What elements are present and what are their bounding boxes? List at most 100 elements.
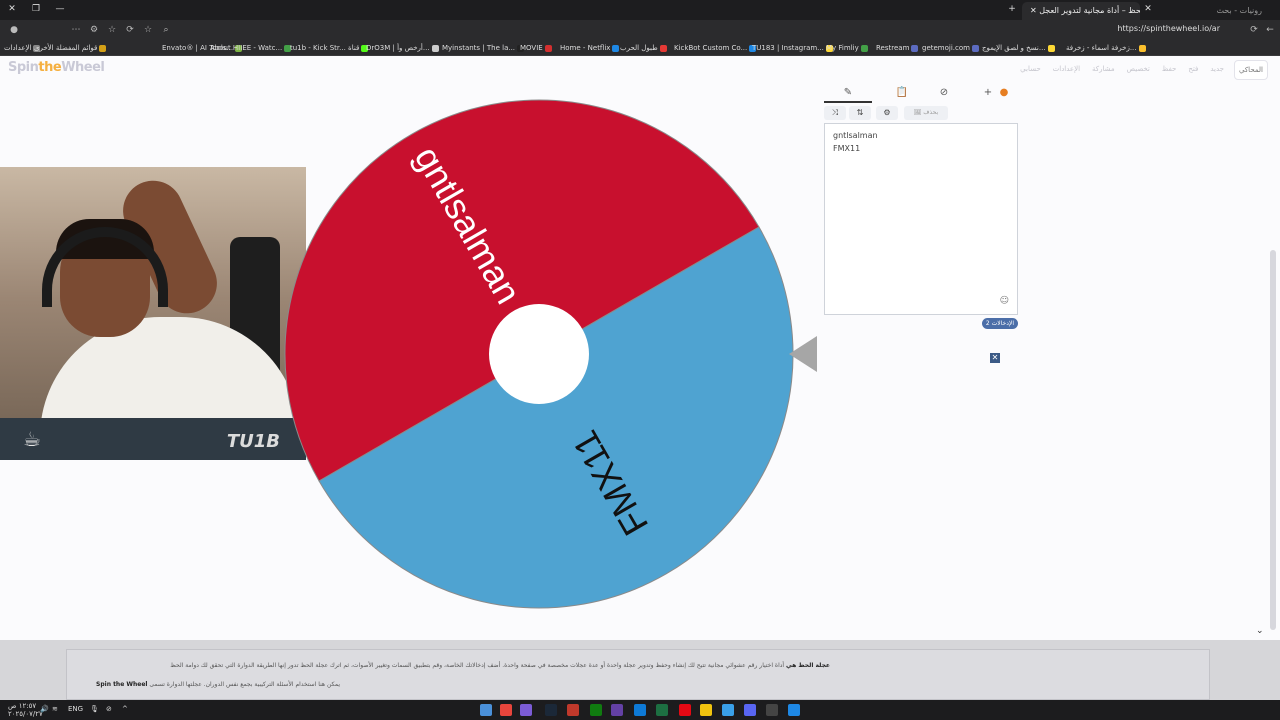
tab-inactive[interactable]: رونيات - بحث: [1180, 2, 1270, 20]
settings-button[interactable]: ⚙: [876, 106, 898, 120]
bookmark-item[interactable]: KickBot Custom Co...: [674, 43, 757, 53]
bookmark-item[interactable]: My Fimliy: [826, 43, 868, 53]
url-field[interactable]: https://spinthewheel.io/ar: [1117, 24, 1220, 33]
top-nav-item[interactable]: جديد: [1210, 65, 1224, 77]
bookmark-item[interactable]: Home - Netflix: [560, 43, 620, 53]
profile-avatar-icon[interactable]: ●: [8, 24, 20, 36]
wifi-icon[interactable]: ≋: [52, 705, 58, 713]
volume-icon[interactable]: 🔊: [40, 705, 49, 713]
shuffle-button[interactable]: ⤨: [824, 106, 846, 120]
bookmark-favicon-icon: [911, 44, 919, 52]
color-wheel-icon[interactable]: ●: [992, 86, 1016, 100]
entries-toolbar: ⤨ ⇅ ⚙ 🖼 بحذف: [824, 106, 1018, 120]
tab-active[interactable]: ✕ عجلة الحظ – أداة مجانية لتدوير العجل: [1022, 2, 1140, 20]
app-icon[interactable]: [611, 704, 623, 716]
side-menu-button[interactable]: المحاكي: [1234, 60, 1268, 80]
description-bold-2: Spin the Wheel: [96, 681, 148, 688]
new-tab-icon[interactable]: +: [1006, 3, 1018, 15]
emoji-icon[interactable]: ☺: [1000, 295, 1009, 308]
spin-wheel[interactable]: gntlsalmanFMX11: [283, 98, 817, 618]
site-logo[interactable]: SpintheWheel: [8, 60, 105, 75]
top-nav-item[interactable]: تخصيص: [1127, 65, 1150, 77]
chrome-icon[interactable]: [500, 704, 512, 716]
bookmark-item[interactable]: TU183 | Instagram...: [752, 43, 833, 53]
bookmark-favicon-icon: [1047, 44, 1055, 52]
edge-icon[interactable]: [634, 704, 646, 716]
bookmark-favicon-icon: [659, 44, 667, 52]
eye-off-icon[interactable]: ⊘: [932, 86, 956, 100]
bookmark-item[interactable]: قوائم المفضلة الأخرى: [34, 43, 107, 53]
steam-icon[interactable]: [545, 704, 557, 716]
more-menu-icon[interactable]: ⋯: [70, 24, 82, 36]
favorites-icon[interactable]: ☆: [106, 24, 118, 36]
bookmark-item[interactable]: tu1b - Kick Str... قناة: [290, 43, 369, 53]
logo-text-end: Wheel: [61, 60, 105, 75]
bookmark-favicon-icon: [1138, 44, 1146, 52]
tab-close-icon[interactable]: ✕: [1030, 6, 1037, 15]
bookmark-item[interactable]: DrO3M | أرخص وأ...: [366, 43, 439, 53]
bookmark-item[interactable]: زخرفة اسماء - زخرفة...: [1066, 43, 1146, 53]
excel-icon[interactable]: [656, 704, 668, 716]
app-icon[interactable]: [679, 704, 691, 716]
bookmark-label: DrO3M | أرخص وأ...: [366, 44, 430, 52]
search-icon[interactable]: ⌕: [160, 24, 172, 36]
bookmark-label: Myinstants | The la...: [442, 44, 516, 52]
bookmark-item[interactable]: About HIIEE - Watc...: [210, 43, 292, 53]
windows-start-icon[interactable]: [788, 704, 800, 716]
clock[interactable]: ١٢:٥٧ ص ٢٠٢٥/٠٧/٢٧: [8, 702, 43, 718]
bookmark-item[interactable]: طبول الحرب: [620, 43, 667, 53]
description-line-2: يمكن هنا استخدام الأسئلة التركيبية بجمع …: [96, 681, 340, 688]
browser-titlebar: ✕ ❐ — + ✕ عجلة الحظ – أداة مجانية لتدوير…: [0, 0, 1280, 20]
restore-window-icon[interactable]: ❐: [30, 3, 42, 15]
top-nav-item[interactable]: فتح: [1188, 65, 1198, 77]
extensions-icon[interactable]: ⚙: [88, 24, 100, 36]
minimize-window-icon[interactable]: —: [54, 3, 66, 15]
bookmark-label: طبول الحرب: [620, 44, 658, 52]
bookmark-item[interactable]: Restream: [876, 43, 919, 53]
bookmark-item[interactable]: Myinstants | The la...: [442, 43, 525, 53]
description-line-1: عجلة الحظ هي أداة اختيار رقم عشوائي مجان…: [170, 662, 830, 669]
chevron-up-icon[interactable]: ^: [122, 705, 128, 713]
scroll-down-icon[interactable]: ⌄: [1256, 626, 1264, 636]
app-icon[interactable]: [567, 704, 579, 716]
top-nav-item[interactable]: حفظ: [1162, 65, 1177, 77]
bookmark-favicon-icon: [971, 44, 979, 52]
search-icon[interactable]: [766, 704, 778, 716]
bookmark-item[interactable]: getemoji.com: [922, 43, 979, 53]
bookmark-label: نسخ و لصق الإيموج...: [982, 44, 1046, 52]
app-icon[interactable]: [480, 704, 492, 716]
app-icon[interactable]: [722, 704, 734, 716]
tab-title: عجلة الحظ – أداة مجانية لتدوير العجل: [1039, 6, 1140, 15]
page-scrollbar[interactable]: [1270, 250, 1276, 630]
top-nav-item[interactable]: الإعدادات: [1053, 65, 1080, 77]
reload-icon[interactable]: ⟳: [1248, 24, 1260, 36]
mic-icon[interactable]: 🎙: [90, 705, 99, 713]
discord-icon[interactable]: [744, 704, 756, 716]
tab-inactive-close-icon[interactable]: ✕: [1142, 3, 1154, 15]
app-icon[interactable]: [520, 704, 532, 716]
close-ad-button[interactable]: ✕: [990, 353, 1000, 363]
record-icon[interactable]: ⊘: [106, 705, 112, 713]
entry-line: FMX11: [833, 144, 861, 153]
bookmark-item[interactable]: نسخ و لصق الإيموج...: [982, 43, 1055, 53]
entries-textarea[interactable]: ☺ gntlsalman FMX11: [824, 123, 1018, 315]
language-indicator[interactable]: ENG: [68, 705, 83, 713]
pencil-icon[interactable]: ✎: [836, 86, 860, 100]
image-button[interactable]: 🖼 بحذف: [904, 106, 948, 120]
description-text: أداة اختيار رقم عشوائي مجانية تتيح لك إن…: [170, 662, 785, 669]
file-explorer-icon[interactable]: [700, 704, 712, 716]
os-taskbar: ١٢:٥٧ ص ٢٠٢٥/٠٧/٢٧ 🔊 ≋ ENG 🎙 ⊘ ^: [0, 700, 1280, 720]
clipboard-icon[interactable]: 📋: [890, 86, 914, 100]
entries-panel: ✎ 📋 ⊘ + ● ⤨ ⇅ ⚙ 🖼 بحذف ☺ gntlsalman FMX11 الإدخال…: [824, 84, 1018, 344]
bookmark-item[interactable]: MOVIE: [520, 43, 552, 53]
wheel-center-hub[interactable]: [489, 304, 589, 404]
close-window-icon[interactable]: ✕: [6, 3, 18, 15]
top-nav-item[interactable]: حسابي: [1020, 65, 1041, 77]
xbox-icon[interactable]: [590, 704, 602, 716]
star-icon[interactable]: ☆: [142, 24, 154, 36]
sort-button[interactable]: ⇅: [849, 106, 871, 120]
back-icon[interactable]: ←: [1264, 24, 1276, 36]
refresh-icon[interactable]: ⟳: [124, 24, 136, 36]
logo-accent: the: [38, 60, 62, 75]
top-nav-item[interactable]: مشاركة: [1092, 65, 1115, 77]
